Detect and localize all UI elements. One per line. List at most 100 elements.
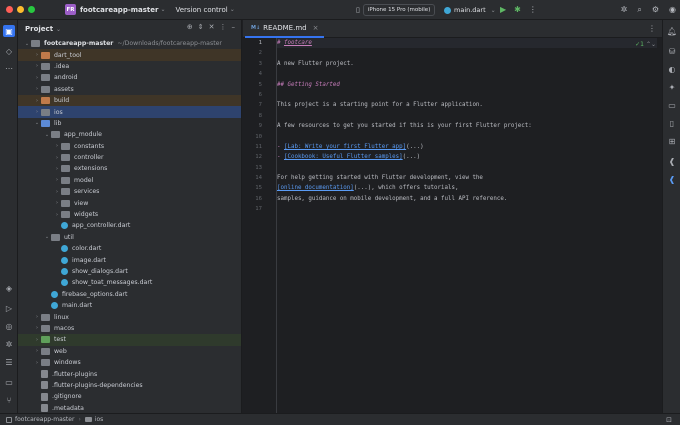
inspection-nav-icon[interactable]: ⌃⌄ xyxy=(646,41,656,48)
account-icon[interactable]: ◉ xyxy=(669,4,676,16)
commit-icon[interactable]: ◇ xyxy=(3,45,15,57)
tree-root[interactable]: ⌄ footcareapp-master ~/Downloads/footcar… xyxy=(18,38,241,49)
lock-icon[interactable]: ⊡ xyxy=(666,416,672,424)
project-tree: ⌄ footcareapp-master ~/Downloads/footcar… xyxy=(18,38,241,414)
git-icon[interactable]: ⑂ xyxy=(3,394,15,406)
project-badge[interactable]: FR xyxy=(65,4,76,15)
todo-icon[interactable]: ☰ xyxy=(3,356,15,368)
search-icon[interactable]: ⌕ xyxy=(637,4,641,16)
tree-item-constants[interactable]: › constants xyxy=(18,141,241,152)
run-config-selector[interactable]: main.dart ⌄ xyxy=(444,4,496,16)
breadcrumb-folder[interactable]: ios xyxy=(95,416,103,423)
more-tools-icon[interactable]: ⋯ xyxy=(3,62,15,74)
ai-assistant-icon[interactable]: ✦ xyxy=(666,81,678,93)
tree-item-macos[interactable]: › macos xyxy=(18,323,241,334)
options-icon[interactable]: ⋮ xyxy=(220,23,227,31)
tree-item-main-dart[interactable]: main.dart xyxy=(18,300,241,311)
markdown-link[interactable]: [online documentation] xyxy=(277,185,354,191)
emulator-icon[interactable]: ▯ xyxy=(666,117,678,129)
breadcrumb-project[interactable]: footcareapp-master xyxy=(15,416,74,423)
tree-item-android[interactable]: › android xyxy=(18,72,241,83)
chevron-down-icon: ⌄ xyxy=(34,120,40,127)
more-icon[interactable]: ⋮ xyxy=(529,4,537,16)
line-number: 11 xyxy=(255,143,262,150)
project-switcher[interactable]: footcareapp-master xyxy=(80,6,158,14)
folded-url[interactable]: (...) xyxy=(403,154,420,160)
tree-item-assets[interactable]: › assets xyxy=(18,84,241,95)
tree-item-dart-tool[interactable]: › dart_tool xyxy=(18,49,241,61)
tree-item-label: ios xyxy=(54,108,63,116)
tree-item-idea[interactable]: › .idea xyxy=(18,61,241,72)
code-text[interactable]: # footcare A new Flutter project. ## Get… xyxy=(277,38,657,215)
device-selector[interactable]: ▯ iPhone 15 Pro (mobile) xyxy=(356,4,436,16)
tree-item-test[interactable]: › test xyxy=(18,334,241,346)
chevron-right-icon: › xyxy=(36,336,38,343)
chevron-right-icon: › xyxy=(56,165,58,172)
tree-item-metadata[interactable]: .metadata xyxy=(18,403,241,414)
notifications-icon[interactable]: 🔔︎ xyxy=(666,25,678,37)
tree-item-view[interactable]: › view xyxy=(18,197,241,208)
close-tab-icon[interactable]: × xyxy=(313,24,319,32)
project-panel-title[interactable]: Project xyxy=(25,25,53,33)
more-tabs-icon[interactable]: ⋮ xyxy=(648,24,656,33)
tree-item-services[interactable]: › services xyxy=(18,186,241,197)
tree-item-app-module[interactable]: ⌄ app_module xyxy=(18,129,241,140)
chevron-right-icon: › xyxy=(56,200,58,207)
tree-item-color-dart[interactable]: color.dart xyxy=(18,243,241,254)
tree-item-lib[interactable]: ⌄ lib xyxy=(18,118,241,129)
tree-item-ios[interactable]: › ios xyxy=(18,106,241,118)
hide-icon[interactable]: – xyxy=(232,23,236,31)
settings-icon[interactable]: ⚙ xyxy=(652,4,659,16)
tree-item-gitignore[interactable]: .gitignore xyxy=(18,391,241,402)
tree-item-linux[interactable]: › linux xyxy=(18,311,241,322)
tree-item-model[interactable]: › model xyxy=(18,175,241,186)
inspection-status[interactable]: ✓1 xyxy=(635,41,644,48)
version-control-menu[interactable]: Version control xyxy=(176,6,228,14)
flutter-inspector-icon[interactable]: ◈ xyxy=(3,282,15,294)
tree-item-label: assets xyxy=(54,85,74,93)
tree-item-flutter-plugins-dependencies[interactable]: .flutter-plugins-dependencies xyxy=(18,380,241,391)
debug-tool-icon[interactable]: ✲ xyxy=(3,338,15,350)
tree-item-controller[interactable]: › controller xyxy=(18,152,241,163)
folded-url[interactable]: (...) xyxy=(406,144,423,150)
tree-item-extensions[interactable]: › extensions xyxy=(18,163,241,174)
tree-item-windows[interactable]: › windows xyxy=(18,357,241,368)
flutter-outline-icon[interactable]: ❰ xyxy=(666,155,678,167)
dart-file-icon xyxy=(61,256,68,264)
run-icon[interactable]: ▶ xyxy=(500,4,506,16)
database-icon[interactable]: ⛁ xyxy=(666,45,678,57)
flutter-performance-icon[interactable]: ❰ xyxy=(666,173,678,185)
tree-item-app-controller-dart[interactable]: app_controller.dart xyxy=(18,220,241,231)
chevron-right-icon: › xyxy=(56,211,58,218)
locate-icon[interactable]: ⊕ xyxy=(187,23,193,31)
device-manager-icon[interactable]: ▭ xyxy=(666,99,678,111)
tree-item-show-dialogs-dart[interactable]: show_dialogs.dart xyxy=(18,266,241,277)
collapse-all-icon[interactable]: ✕ xyxy=(209,23,215,31)
tree-item-firebase-options-dart[interactable]: firebase_options.dart xyxy=(18,289,241,300)
expand-all-icon[interactable]: ⇕ xyxy=(198,23,204,31)
project-tool-icon[interactable]: ▣ xyxy=(3,25,15,37)
tree-item-show-toat-messages-dart[interactable]: show_toat_messages.dart xyxy=(18,277,241,288)
tree-item-flutter-plugins[interactable]: .flutter-plugins xyxy=(18,368,241,379)
tree-item-widgets[interactable]: › widgets xyxy=(18,209,241,220)
tab-readme[interactable]: M↓ README.md × xyxy=(245,20,325,38)
minimize-window-button[interactable] xyxy=(17,6,24,13)
run-tool-icon[interactable]: ▷ xyxy=(3,302,15,314)
structure-icon[interactable]: ⊞ xyxy=(666,135,678,147)
bug-icon[interactable]: ✲ xyxy=(621,4,628,16)
markdown-link[interactable]: [Cookbook: Useful Flutter samples] xyxy=(284,154,403,160)
close-window-button[interactable] xyxy=(6,6,13,13)
debug-icon[interactable]: ✱ xyxy=(514,4,521,16)
tree-item-image-dart[interactable]: image.dart xyxy=(18,254,241,265)
tree-item-build[interactable]: › build xyxy=(18,94,241,107)
tree-item-web[interactable]: › web xyxy=(18,346,241,357)
markdown-link[interactable]: [Lab: Write your first Flutter app] xyxy=(284,144,406,150)
problems-icon[interactable]: ◎ xyxy=(3,320,15,332)
terminal-icon[interactable]: ▭ xyxy=(3,376,15,388)
zoom-window-button[interactable] xyxy=(28,6,35,13)
gradle-icon[interactable]: ◐ xyxy=(666,63,678,75)
code-line-11: - [Lab: Write your first Flutter app](..… xyxy=(277,142,657,152)
right-tool-strip: 🔔︎ ⛁ ◐ ✦ ▭ ▯ ⊞ ❰ ❰ xyxy=(662,20,680,413)
tree-item-util[interactable]: ⌄ util xyxy=(18,232,241,243)
chevron-right-icon: › xyxy=(36,109,38,116)
